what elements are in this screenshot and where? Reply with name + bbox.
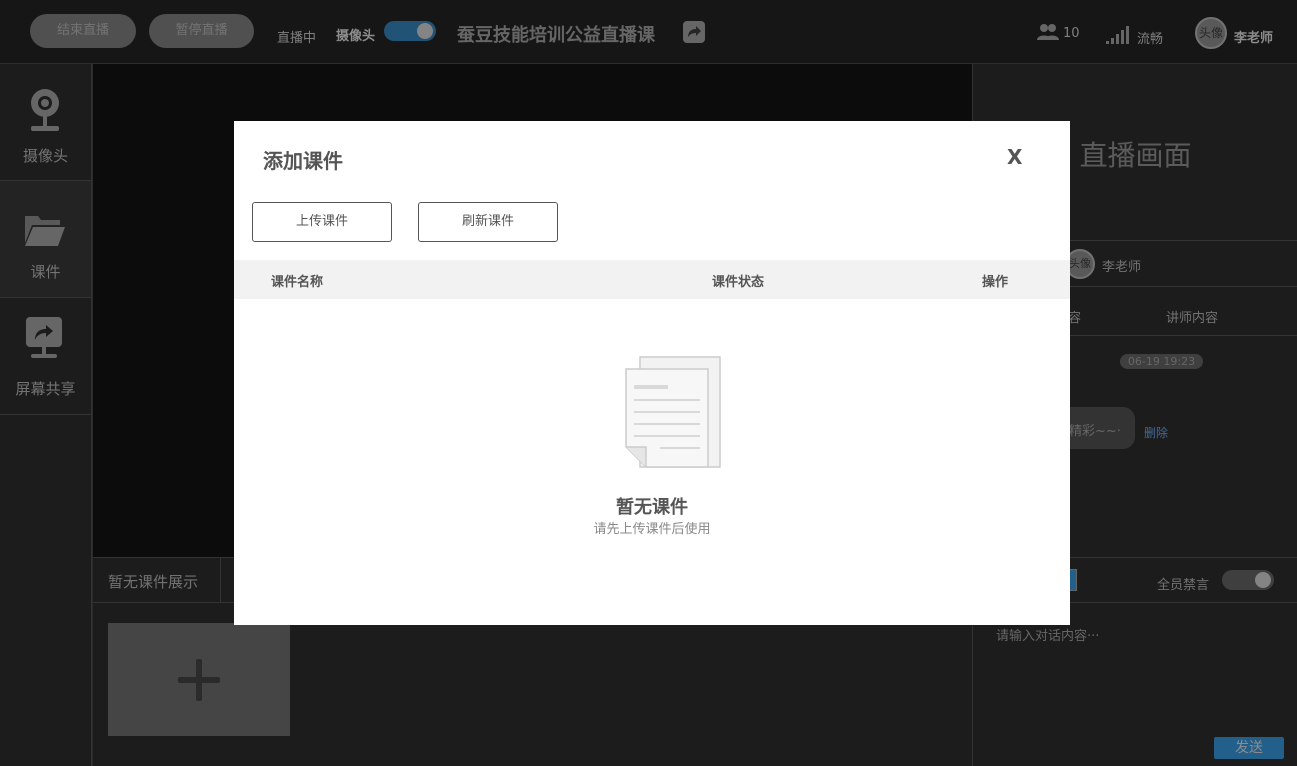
empty-state-subtitle: 请先上传课件后使用 [593, 522, 711, 537]
table-header: 课件名称 课件状态 操作 [234, 260, 1070, 299]
upload-courseware-button[interactable]: 上传课件 [252, 202, 392, 242]
column-header-action: 操作 [982, 275, 1009, 290]
close-button[interactable]: X [1007, 145, 1022, 169]
add-courseware-dialog: 添加课件 X 上传课件 刷新课件 课件名称 课件状态 操作 暂无课件 请先上传课… [234, 121, 1070, 625]
empty-state-title: 暂无课件 [616, 497, 688, 518]
refresh-courseware-button[interactable]: 刷新课件 [418, 202, 558, 242]
empty-document-icon [624, 355, 724, 475]
column-header-status: 课件状态 [712, 275, 765, 290]
dialog-title: 添加课件 [263, 149, 343, 173]
column-header-name: 课件名称 [271, 275, 324, 290]
